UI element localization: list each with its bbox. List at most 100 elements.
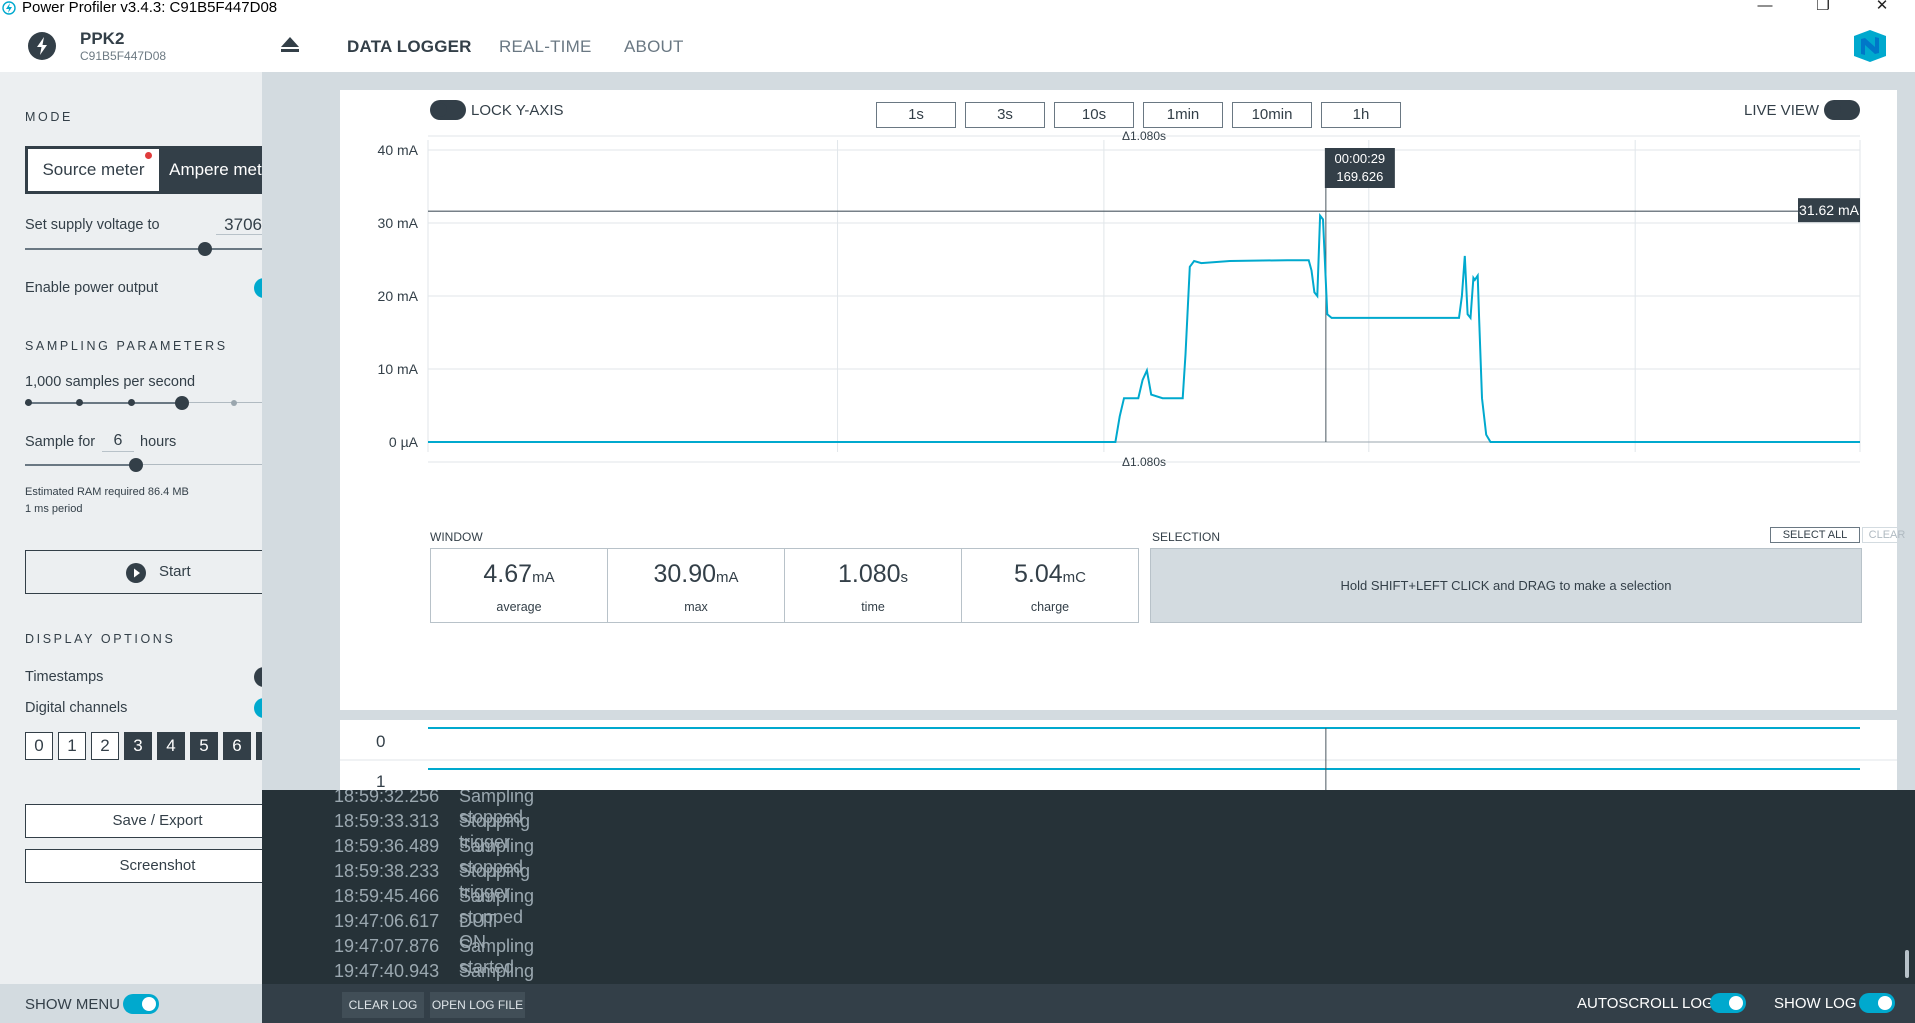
channel-1-toggle[interactable]: 1 xyxy=(58,732,86,760)
lock-y-axis-toggle[interactable] xyxy=(430,100,466,120)
samples-slider-handle[interactable] xyxy=(175,396,189,410)
channel-5-toggle[interactable]: 5 xyxy=(190,732,218,760)
samples-tick xyxy=(76,399,83,406)
live-view-toggle[interactable] xyxy=(1824,100,1860,120)
supply-voltage-slider-handle[interactable] xyxy=(198,242,212,256)
source-meter-button[interactable]: Source meter xyxy=(28,149,159,191)
delta-top-label: Δ1.080s xyxy=(1122,129,1166,143)
save-export-button[interactable]: Save / Export xyxy=(25,804,290,838)
tab-data-logger[interactable]: DATA LOGGER xyxy=(347,37,472,57)
clear-selection-button[interactable]: CLEAR xyxy=(1862,527,1912,543)
reference-value: 31.62 mA xyxy=(1799,202,1860,218)
window-label: WINDOW xyxy=(430,530,483,544)
lightning-icon xyxy=(37,37,47,55)
supply-voltage-slider[interactable] xyxy=(25,248,290,250)
reference-label: 31.62 mA xyxy=(1798,198,1860,223)
y-tick-label: 20 mA xyxy=(378,288,419,304)
lock-y-axis-label: LOCK Y-AXIS xyxy=(471,102,564,119)
supply-voltage-input[interactable]: 3706 xyxy=(216,215,262,235)
log-timestamp: 19:47:07.876 xyxy=(334,936,440,956)
channel-4-toggle[interactable]: 4 xyxy=(157,732,185,760)
sample-for-label: Sample for xyxy=(25,434,96,450)
eject-icon[interactable] xyxy=(280,36,300,54)
title-bar: Power Profiler v3.4.3: C91B5F447D08 — ❐ … xyxy=(0,0,1915,16)
log-panel[interactable]: 18:59:32.256 Sampling stopped 18:59:33.313… xyxy=(262,790,1915,984)
samples-tick xyxy=(128,399,135,406)
tab-real-time[interactable]: REAL-TIME xyxy=(499,37,591,57)
log-timestamp: 18:59:38.233 xyxy=(334,861,440,881)
close-button[interactable]: ✕ xyxy=(1872,0,1892,14)
selection-label: SELECTION xyxy=(1152,530,1221,544)
selection-hint[interactable]: Hold SHIFT+LEFT CLICK and DRAG to make a… xyxy=(1150,548,1862,623)
show-menu-toggle[interactable] xyxy=(123,994,159,1014)
screenshot-button[interactable]: Screenshot xyxy=(25,849,290,883)
sample-for-slider[interactable] xyxy=(25,464,135,466)
cursor-value: 169.626 xyxy=(1336,169,1383,184)
current-chart[interactable]: 40 mA 30 mA 20 mA 10 mA 0 µA Δ1.080s Δ1.080s… xyxy=(340,120,1897,490)
y-tick-label: 30 mA xyxy=(378,215,419,231)
sample-for-input[interactable]: 6 xyxy=(102,432,134,452)
sample-for-slider-handle[interactable] xyxy=(129,458,143,472)
channel-3-toggle[interactable]: 3 xyxy=(124,732,152,760)
channel-6-toggle[interactable]: 6 xyxy=(223,732,251,760)
device-name: PPK2 xyxy=(80,29,125,48)
log-timestamp: 18:59:32.256 xyxy=(334,790,440,806)
stat-charge-value: 5.04 xyxy=(1014,560,1063,588)
samples-tick xyxy=(231,400,237,406)
stat-max-value: 30.90 xyxy=(653,560,717,588)
clear-log-button[interactable]: CLEAR LOG xyxy=(342,992,424,1018)
samples-tick xyxy=(25,399,32,406)
stat-max-caption: max xyxy=(684,600,708,614)
footer-right: CLEAR LOG OPEN LOG FILE AUTOSCROLL LOG S… xyxy=(262,984,1915,1023)
stat-average: 4.67mA average xyxy=(430,548,608,623)
autoscroll-label: AUTOSCROLL LOG xyxy=(1577,995,1714,1012)
period-note: 1 ms period xyxy=(25,503,83,515)
device-icon xyxy=(28,32,56,60)
mode-title: MODE xyxy=(25,110,73,124)
chart-panel: LOCK Y-AXIS 1s 3s 10s 1min 10min 1h LIVE… xyxy=(340,90,1912,710)
channel-2-toggle[interactable]: 2 xyxy=(91,732,119,760)
open-log-file-button[interactable]: OPEN LOG FILE xyxy=(430,992,525,1018)
sampling-title: SAMPLING PARAMETERS xyxy=(25,339,228,353)
log-message: Sampling stopped xyxy=(459,961,535,984)
stat-average-value: 4.67 xyxy=(483,560,533,588)
display-options-title: DISPLAY OPTIONS xyxy=(25,632,176,646)
cursor-tooltip: 00:00:29 169.626 xyxy=(1324,148,1395,188)
stat-time-unit: s xyxy=(900,569,909,586)
y-axis: 40 mA 30 mA 20 mA 10 mA 0 µA xyxy=(378,142,419,450)
footer-left: SHOW MENU xyxy=(0,984,262,1023)
live-view-label: LIVE VIEW xyxy=(1744,102,1820,119)
tab-about[interactable]: ABOUT xyxy=(624,37,684,57)
digital-row-label: 0 xyxy=(376,732,386,751)
stat-max: 30.90mA max xyxy=(607,548,785,623)
channel-0-toggle[interactable]: 0 xyxy=(25,732,53,760)
nordic-logo-icon xyxy=(1854,30,1886,62)
show-menu-label: SHOW MENU xyxy=(25,996,120,1013)
chart-grid xyxy=(427,135,1861,463)
log-timestamp: 19:47:40.943 xyxy=(334,961,440,981)
power-output-label: Enable power output xyxy=(25,280,159,296)
digital-channels-label: Digital channels xyxy=(25,700,128,716)
restore-button[interactable]: ❐ xyxy=(1813,0,1833,14)
stat-charge: 5.04mC charge xyxy=(961,548,1139,623)
mode-selector: Source meter Ampere meter xyxy=(25,146,290,194)
log-scrollbar[interactable] xyxy=(1905,950,1909,978)
select-all-button[interactable]: SELECT ALL xyxy=(1770,527,1860,543)
stat-average-caption: average xyxy=(496,600,542,614)
samples-slider[interactable] xyxy=(25,402,183,404)
autoscroll-toggle[interactable] xyxy=(1710,993,1746,1013)
show-log-label: SHOW LOG xyxy=(1774,995,1857,1012)
delta-bottom-label: Δ1.080s xyxy=(1122,455,1166,469)
minimize-button[interactable]: — xyxy=(1755,0,1775,14)
samples-label: 1,000 samples per second xyxy=(25,374,196,390)
stat-max-unit: mA xyxy=(716,569,739,586)
stat-average-unit: mA xyxy=(532,569,555,586)
app-header: PPK2 C91B5F447D08 DATA LOGGER REAL-TIME … xyxy=(0,16,1915,72)
status-dot xyxy=(145,152,152,159)
current-series-line xyxy=(428,212,1860,443)
ram-note: Estimated RAM required 86.4 MB xyxy=(25,486,189,498)
y-tick-label: 0 µA xyxy=(389,434,419,450)
show-log-toggle[interactable] xyxy=(1859,993,1895,1013)
start-button[interactable]: Start xyxy=(25,550,290,594)
stat-time-caption: time xyxy=(861,600,885,614)
